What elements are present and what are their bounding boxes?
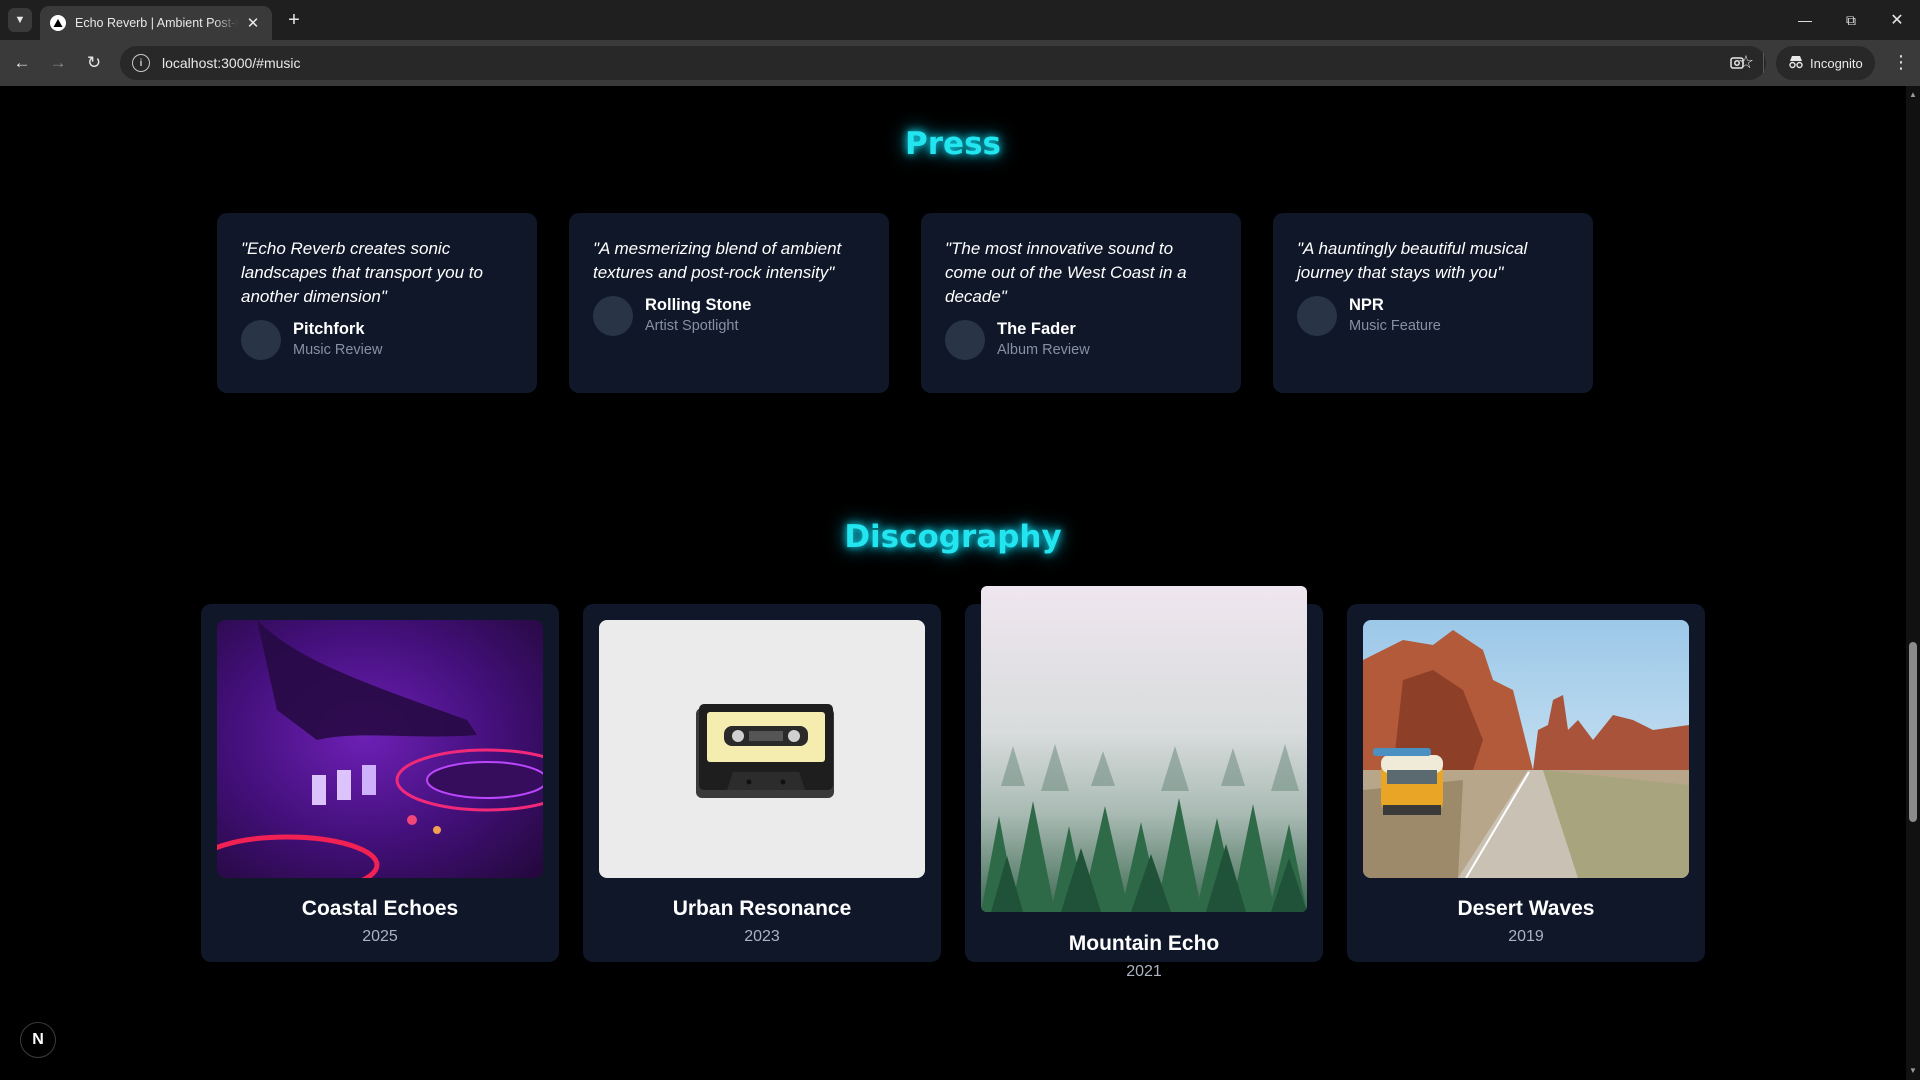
press-source: The Fader Album Review (945, 319, 1217, 360)
minimize-icon[interactable]: — (1782, 0, 1828, 40)
reload-icon[interactable]: ↻ (80, 49, 108, 77)
press-source-name: The Fader (997, 320, 1076, 338)
more-vertical-icon[interactable]: ⋮ (1892, 52, 1910, 73)
press-quote: "A mesmerizing blend of ambient textures… (593, 239, 842, 282)
press-source: Pitchfork Music Review (241, 319, 513, 360)
tab-title: Echo Reverb | Ambient Post-Rock (75, 16, 238, 30)
chevron-down-icon[interactable]: ▼ (8, 8, 32, 32)
browser-tab[interactable]: Echo Reverb | Ambient Post-Rock ✕ (40, 6, 272, 40)
press-card: "A mesmerizing blend of ambient textures… (569, 213, 889, 393)
album-card[interactable]: Mountain Echo 2021 (965, 586, 1323, 980)
browser-tab-bar: ▼ Echo Reverb | Ambient Post-Rock ✕ + — … (0, 0, 1920, 40)
address-bar[interactable]: i localhost:3000/#music ☆ (120, 46, 1766, 80)
press-source: NPR Music Feature (1297, 295, 1569, 336)
album-card[interactable]: Coastal Echoes 2025 (201, 604, 559, 962)
album-card[interactable]: Desert Waves 2019 (1347, 604, 1705, 962)
album-year: 2025 (362, 928, 398, 945)
nextjs-dev-indicator[interactable]: N (20, 1022, 56, 1058)
plus-icon[interactable]: + (282, 8, 306, 32)
triangle-logo-icon (50, 15, 66, 31)
page-scrollbar[interactable]: ▲ ▼ (1906, 86, 1920, 1080)
scroll-up-icon[interactable]: ▲ (1909, 90, 1917, 99)
album-year: 2021 (1126, 963, 1162, 980)
album-title: Desert Waves (1457, 897, 1595, 920)
restore-icon[interactable]: ⧉ (1828, 0, 1874, 40)
press-source-type: Artist Spotlight (645, 318, 739, 334)
album-cover-desert-road (1363, 620, 1689, 878)
press-source-type: Music Review (293, 342, 383, 358)
page-viewport: Press "Echo Reverb creates sonic landsca… (0, 86, 1906, 1080)
close-icon[interactable]: ✕ (1874, 0, 1920, 40)
info-icon[interactable]: i (132, 54, 150, 72)
close-icon[interactable]: ✕ (244, 14, 262, 32)
toolbar-divider (1763, 53, 1764, 73)
press-source-name: Pitchfork (293, 320, 365, 338)
album-cover-dj-turntable (217, 620, 543, 878)
press-source-type: Music Feature (1349, 318, 1441, 334)
press-source-type: Album Review (997, 342, 1090, 358)
press-quote: "A hauntingly beautiful musical journey … (1297, 239, 1528, 282)
press-quote: "Echo Reverb creates sonic landscapes th… (241, 239, 483, 306)
avatar (241, 319, 281, 360)
discography-heading: Discography (844, 519, 1062, 555)
arrow-right-icon[interactable]: → (44, 49, 72, 77)
press-card: "A hauntingly beautiful musical journey … (1273, 213, 1593, 393)
avatar (945, 319, 985, 360)
press-source: Rolling Stone Artist Spotlight (593, 295, 865, 336)
scroll-down-icon[interactable]: ▼ (1909, 1066, 1917, 1075)
album-cover-cassette (599, 620, 925, 878)
scrollbar-thumb[interactable] (1909, 642, 1917, 822)
incognito-label: Incognito (1810, 55, 1863, 71)
browser-toolbar: ← → ↻ i localhost:3000/#music ☆ Incognit… (0, 40, 1920, 86)
album-year: 2023 (744, 928, 780, 945)
album-year: 2019 (1508, 928, 1544, 945)
url-text[interactable]: localhost:3000/#music (162, 55, 301, 71)
press-quote: "The most innovative sound to come out o… (945, 239, 1187, 306)
avatar (1297, 295, 1337, 336)
incognito-button[interactable]: Incognito (1776, 46, 1875, 80)
album-title: Mountain Echo (1068, 932, 1220, 955)
avatar (593, 295, 633, 336)
album-cover-misty-forest (981, 586, 1307, 912)
album-title: Coastal Echoes (301, 897, 459, 920)
screenshot-icon[interactable] (1726, 52, 1748, 74)
arrow-left-icon[interactable]: ← (8, 49, 36, 77)
press-heading: Press (905, 126, 1001, 162)
press-card: "The most innovative sound to come out o… (921, 213, 1241, 393)
album-card[interactable]: Urban Resonance 2023 (583, 604, 941, 962)
press-source-name: NPR (1349, 296, 1384, 314)
press-card: "Echo Reverb creates sonic landscapes th… (217, 213, 537, 393)
incognito-icon (1788, 55, 1804, 72)
press-source-name: Rolling Stone (645, 296, 752, 314)
album-title: Urban Resonance (672, 897, 852, 920)
